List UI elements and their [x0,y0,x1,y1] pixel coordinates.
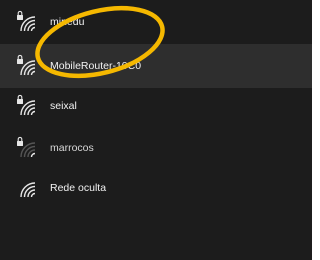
network-item-rede-oculta[interactable]: Rede oculta [0,166,312,210]
network-item-seixal[interactable]: seixal [0,84,312,128]
network-item-marrocos[interactable]: marrocos [0,126,312,170]
wifi-secured-icon [16,0,40,44]
wifi-secured-icon [16,44,40,88]
wifi-network-list: minedu MobileRouter-10C0 seixal marrocos… [0,0,312,260]
network-item-minedu[interactable]: minedu [0,0,312,44]
network-name: MobileRouter-10C0 [50,60,142,72]
wifi-secured-weak-icon [16,126,40,170]
window-edge [312,0,317,260]
wifi-icon [16,166,40,210]
network-item-mobilerouter[interactable]: MobileRouter-10C0 [0,44,312,88]
network-name: marrocos [50,142,94,154]
wifi-secured-icon [16,84,40,128]
network-name: minedu [50,16,85,28]
network-name: seixal [50,100,77,112]
network-name: Rede oculta [50,182,107,194]
